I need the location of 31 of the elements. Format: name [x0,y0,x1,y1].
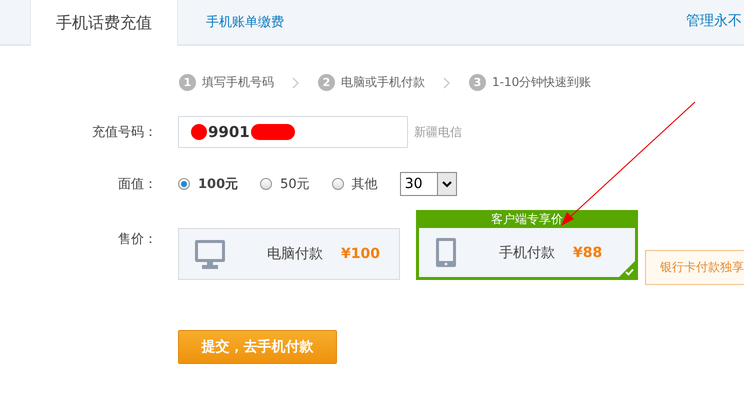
carrier-label: 新疆电信 [414,124,462,140]
tab[interactable]: 手机账单缴费 [178,0,312,44]
chevron-icon [443,76,451,88]
tablet-icon [435,237,457,268]
amount-dropdown[interactable]: 30 [400,172,457,196]
step-label: 电脑或手机付款 [341,74,425,91]
chevron-down-icon [442,180,452,188]
payment-option[interactable]: 电脑付款 ¥100 [178,228,400,280]
radio-label: 其他 [352,176,378,193]
field-label: 售价： [117,231,158,248]
radio-button[interactable] [332,178,344,190]
radio-label: 100元 [198,176,238,193]
manage-link[interactable]: 管理永不 [686,12,742,30]
radio-label: 50元 [280,176,310,193]
step-label: 填写手机号码 [202,74,274,91]
step-number: 1 [179,74,196,91]
radio-button[interactable] [178,178,190,190]
monitor-icon [195,240,225,268]
step-number: 2 [318,74,335,91]
chevron-icon [292,76,300,88]
phone-input[interactable]: 9901 [178,116,408,148]
field-label: 充值号码： [91,124,158,141]
exclusive-badge: 客户端专享价 [416,210,638,228]
field-label: 面值： [117,176,158,193]
tab[interactable]: 手机话费充值 [30,0,178,46]
radio-button[interactable] [260,178,272,190]
tooltip: 银行卡付款独享 [645,250,744,285]
step-label: 1-10分钟快速到账 [492,74,592,91]
check-icon [619,261,635,277]
payment-option[interactable]: 手机付款 ¥88 [416,228,638,280]
step-number: 3 [469,74,486,91]
